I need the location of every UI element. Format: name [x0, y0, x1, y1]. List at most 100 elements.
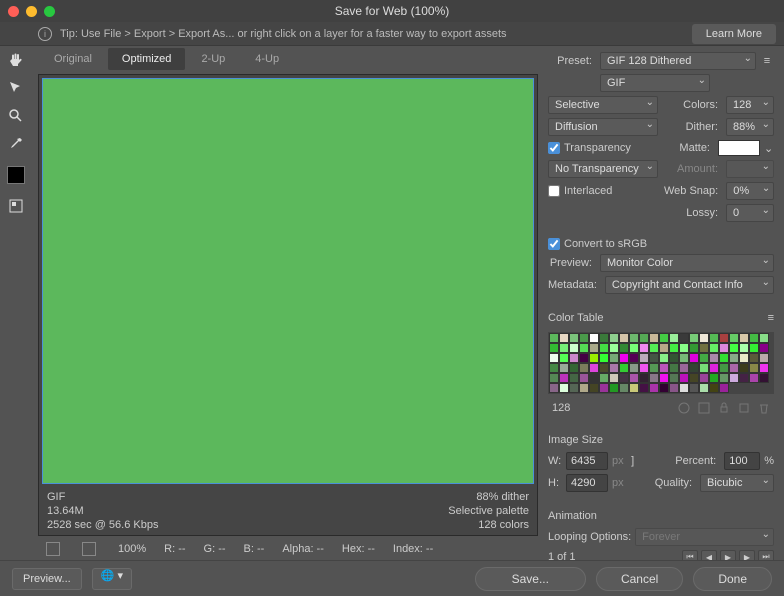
format-select[interactable]: GIF: [600, 74, 710, 92]
color-swatch[interactable]: [619, 373, 629, 383]
color-swatch[interactable]: [689, 333, 699, 343]
color-swatch[interactable]: [569, 373, 579, 383]
color-swatch[interactable]: [649, 363, 659, 373]
tab-2up[interactable]: 2-Up: [187, 48, 239, 70]
transparency-dither-select[interactable]: No Transparency Dit...: [548, 160, 658, 178]
new-color-icon[interactable]: [738, 402, 750, 414]
color-swatch[interactable]: [669, 363, 679, 373]
color-swatch[interactable]: [589, 333, 599, 343]
color-swatch[interactable]: [579, 343, 589, 353]
color-swatch[interactable]: [689, 373, 699, 383]
color-swatch[interactable]: [589, 343, 599, 353]
color-swatch[interactable]: [619, 363, 629, 373]
color-swatch[interactable]: [729, 343, 739, 353]
shift-websafe-icon[interactable]: [698, 402, 710, 414]
color-swatch[interactable]: [589, 353, 599, 363]
color-swatch[interactable]: [569, 353, 579, 363]
color-swatch[interactable]: [719, 333, 729, 343]
color-swatch[interactable]: [549, 343, 559, 353]
color-swatch[interactable]: [589, 363, 599, 373]
lossy-select[interactable]: 0: [726, 204, 774, 222]
transparency-checkbox[interactable]: [548, 142, 560, 154]
color-swatch[interactable]: [559, 343, 569, 353]
color-swatch[interactable]: [749, 373, 759, 383]
color-swatch[interactable]: [639, 343, 649, 353]
color-swatch[interactable]: [599, 343, 609, 353]
color-swatch[interactable]: [629, 373, 639, 383]
zoom-tool[interactable]: [6, 106, 26, 126]
learn-more-button[interactable]: Learn More: [692, 24, 776, 44]
color-swatch[interactable]: [649, 373, 659, 383]
slice-visibility-toggle[interactable]: [6, 196, 26, 216]
color-swatch[interactable]: [649, 353, 659, 363]
color-swatch[interactable]: [669, 343, 679, 353]
save-button[interactable]: Save...: [475, 567, 586, 591]
preview-canvas[interactable]: [42, 78, 534, 484]
color-swatch[interactable]: [699, 333, 709, 343]
color-swatch[interactable]: [679, 383, 689, 393]
color-swatch[interactable]: [729, 363, 739, 373]
color-swatch[interactable]: [609, 373, 619, 383]
color-swatch[interactable]: [749, 343, 759, 353]
color-swatch[interactable]: [739, 363, 749, 373]
color-swatch[interactable]: [719, 353, 729, 363]
color-swatch[interactable]: [659, 363, 669, 373]
color-swatch[interactable]: [759, 353, 769, 363]
eyedropper-tool[interactable]: [6, 134, 26, 154]
color-swatch[interactable]: [739, 373, 749, 383]
tab-optimized[interactable]: Optimized: [108, 48, 186, 70]
color-swatch[interactable]: [659, 383, 669, 393]
color-swatch[interactable]: [629, 343, 639, 353]
color-swatch[interactable]: [589, 373, 599, 383]
websnap-select[interactable]: 0%: [726, 182, 774, 200]
dither-amount-select[interactable]: 88%: [726, 118, 774, 136]
minimize-window-button[interactable]: [26, 6, 37, 17]
color-swatch[interactable]: [699, 343, 709, 353]
color-swatch[interactable]: [739, 353, 749, 363]
color-swatch[interactable]: [719, 373, 729, 383]
color-table-menu-icon[interactable]: ≡: [768, 312, 774, 324]
map-transparent-icon[interactable]: [678, 402, 690, 414]
color-swatch[interactable]: [549, 383, 559, 393]
color-swatch[interactable]: [579, 333, 589, 343]
tab-original[interactable]: Original: [40, 48, 106, 70]
close-window-button[interactable]: [8, 6, 19, 17]
color-swatch[interactable]: [709, 383, 719, 393]
color-swatch[interactable]: [729, 333, 739, 343]
color-swatch[interactable]: [659, 343, 669, 353]
color-swatch[interactable]: [749, 353, 759, 363]
color-swatch[interactable]: [639, 353, 649, 363]
color-swatch[interactable]: [559, 383, 569, 393]
color-swatch[interactable]: [679, 343, 689, 353]
color-swatch[interactable]: [549, 333, 559, 343]
color-swatch[interactable]: [739, 333, 749, 343]
color-swatch[interactable]: [579, 353, 589, 363]
color-swatch[interactable]: [669, 333, 679, 343]
color-swatch[interactable]: [659, 333, 669, 343]
cancel-button[interactable]: Cancel: [596, 567, 683, 591]
prev-frame-button[interactable]: ◀: [701, 550, 717, 560]
color-swatch[interactable]: [639, 373, 649, 383]
color-swatch[interactable]: [639, 333, 649, 343]
lock-color-icon[interactable]: [718, 402, 730, 414]
color-swatch[interactable]: [669, 373, 679, 383]
hand-tool[interactable]: [6, 50, 26, 70]
color-swatch[interactable]: [589, 383, 599, 393]
color-swatch[interactable]: [749, 363, 759, 373]
chevron-down-icon[interactable]: ⌄: [764, 142, 774, 155]
color-swatch[interactable]: [559, 363, 569, 373]
color-swatch[interactable]: [629, 383, 639, 393]
color-swatch[interactable]: [599, 363, 609, 373]
color-swatch[interactable]: [559, 353, 569, 363]
color-swatch[interactable]: [619, 383, 629, 393]
first-frame-button[interactable]: ⏮: [682, 550, 698, 560]
color-reduction-select[interactable]: Selective: [548, 96, 658, 114]
color-swatch[interactable]: [689, 343, 699, 353]
play-button[interactable]: ▶: [720, 550, 736, 560]
color-swatch[interactable]: [629, 363, 639, 373]
color-swatch[interactable]: [619, 343, 629, 353]
color-swatch[interactable]: [579, 383, 589, 393]
color-swatch[interactable]: [619, 333, 629, 343]
color-swatch[interactable]: [629, 333, 639, 343]
color-swatch[interactable]: [739, 343, 749, 353]
